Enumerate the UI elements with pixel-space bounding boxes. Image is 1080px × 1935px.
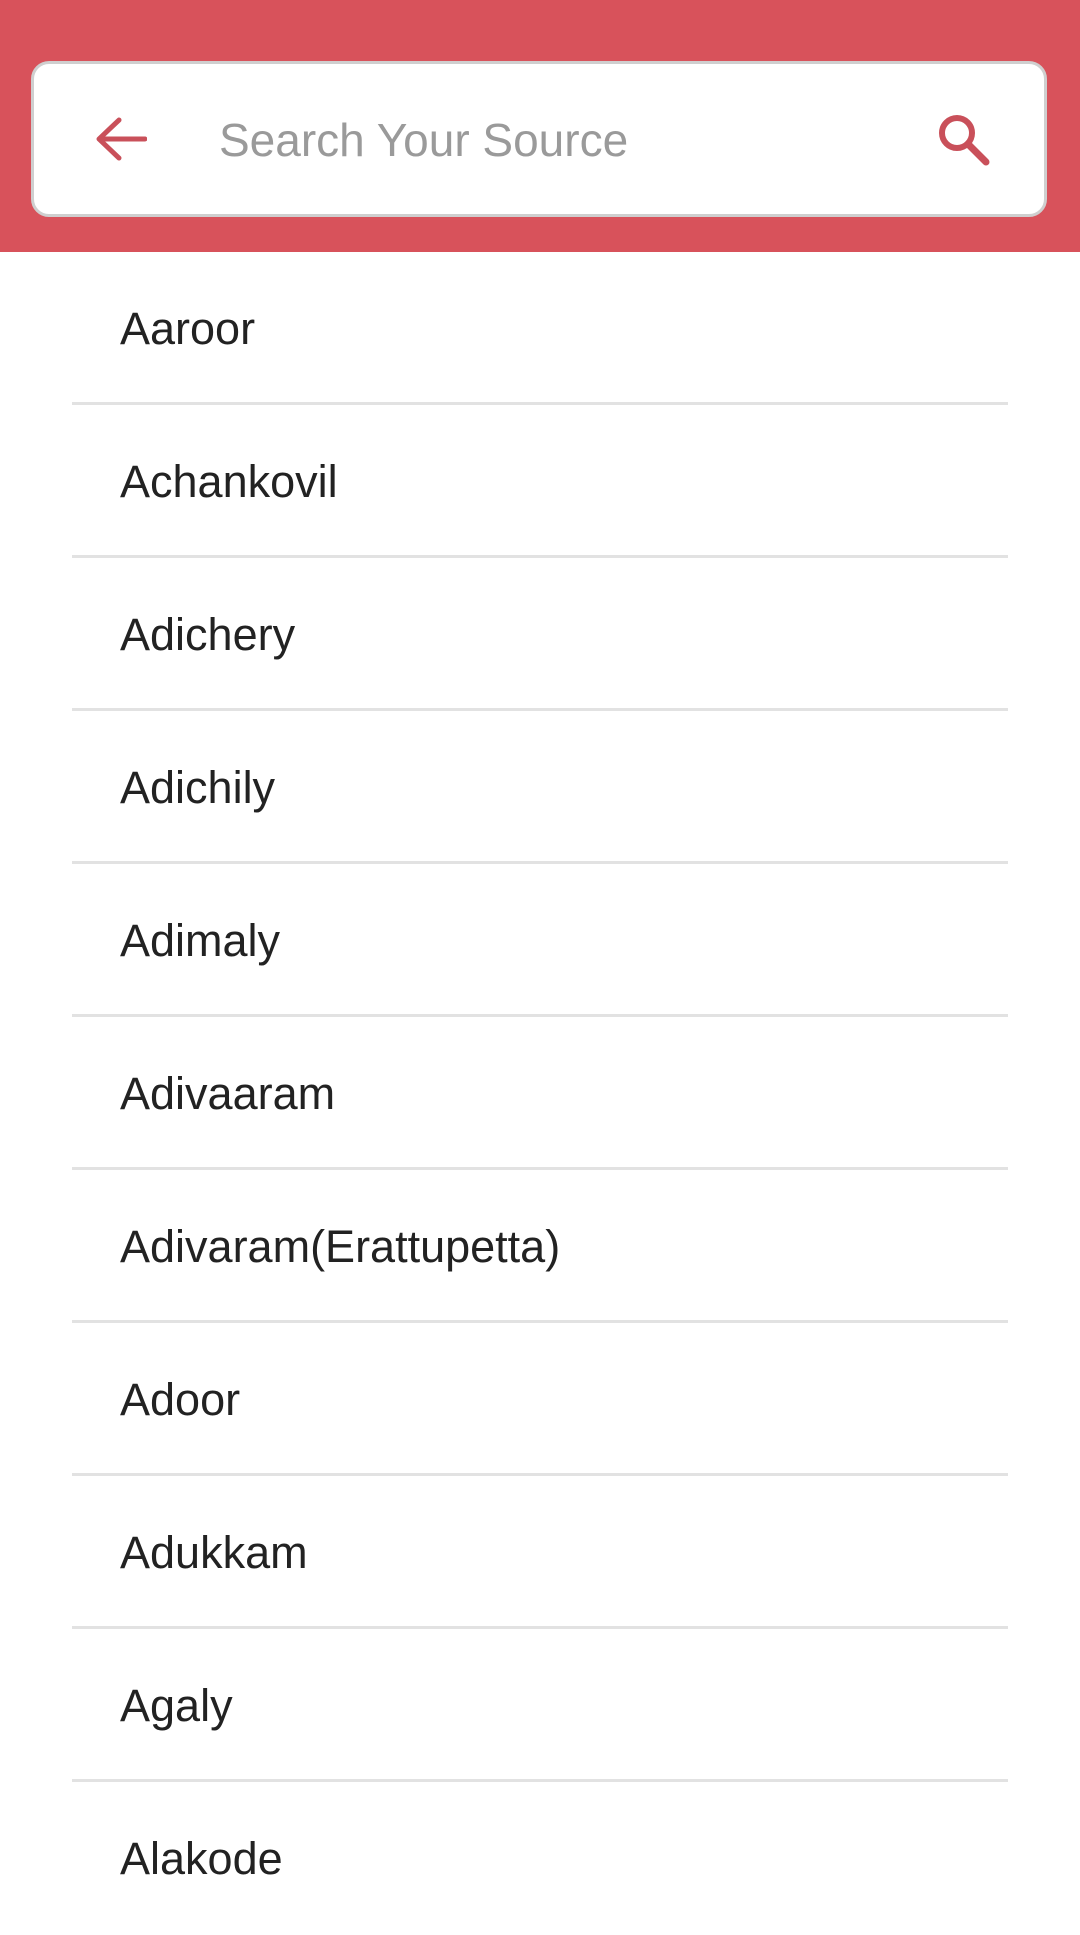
list-item[interactable]: Aaroor: [0, 252, 1080, 405]
list-item-label: Adoor: [120, 1374, 241, 1425]
list-item[interactable]: Agaly: [0, 1629, 1080, 1782]
list-item-label: Adimaly: [120, 915, 281, 966]
list-item[interactable]: Adivaram(Erattupetta): [0, 1170, 1080, 1323]
list-item-label: Adichery: [120, 609, 296, 660]
list-item[interactable]: Alakode: [0, 1782, 1080, 1935]
list-item-label: Adichily: [120, 762, 276, 813]
list-item-label: Alakode: [120, 1833, 283, 1884]
search-input[interactable]: [219, 104, 899, 176]
list-item[interactable]: Adivaaram: [0, 1017, 1080, 1170]
list-item-label: Agaly: [120, 1680, 233, 1731]
back-button[interactable]: [86, 104, 156, 174]
search-button[interactable]: [928, 104, 1000, 176]
list-item-label: Adivaram(Erattupetta): [120, 1221, 561, 1272]
list-item[interactable]: Adimaly: [0, 864, 1080, 1017]
list-item-label: Achankovil: [120, 456, 338, 507]
source-list: Aaroor Achankovil Adichery Adichily Adim…: [0, 252, 1080, 1935]
list-item[interactable]: Achankovil: [0, 405, 1080, 558]
list-item[interactable]: Adoor: [0, 1323, 1080, 1476]
list-item[interactable]: Adukkam: [0, 1476, 1080, 1629]
list-item-label: Adivaaram: [120, 1068, 336, 1119]
list-item-label: Aaroor: [120, 303, 256, 354]
list-item[interactable]: Adichily: [0, 711, 1080, 864]
search-icon: [939, 115, 990, 166]
list-item[interactable]: Adichery: [0, 558, 1080, 711]
arrow-left-icon: [96, 117, 147, 161]
list-item-label: Adukkam: [120, 1527, 308, 1578]
